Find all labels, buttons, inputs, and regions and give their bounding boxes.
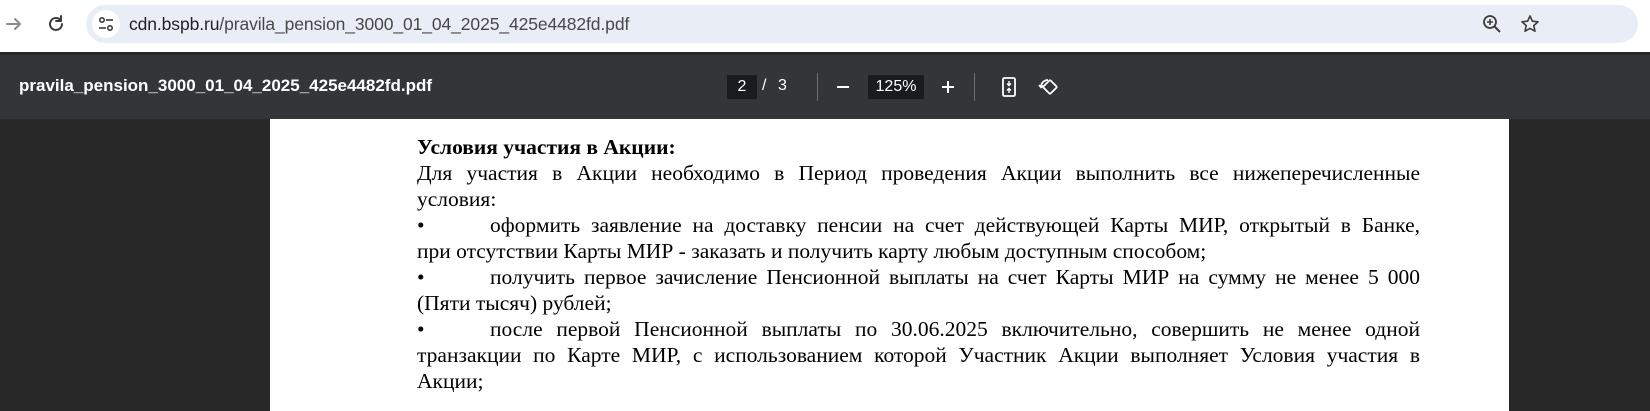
fit-page-icon	[1002, 77, 1016, 97]
list-item-text: получить первое зачисление Пенсионной вы…	[490, 265, 1420, 289]
rotate-button[interactable]	[1034, 73, 1062, 101]
list-item-continuation: Акции;	[417, 369, 484, 393]
zoom-in-icon	[1483, 15, 1501, 33]
zoom-in-button[interactable]	[934, 73, 962, 101]
zoom-level-input[interactable]: 125%	[868, 75, 924, 99]
zoom-indicator-button[interactable]	[1480, 12, 1504, 36]
toolbar-divider	[817, 73, 818, 101]
browser-toolbar: cdn.bspb.ru/pravila_pension_3000_01_04_2…	[0, 0, 1650, 52]
url-host: cdn.bspb.ru	[129, 14, 220, 34]
minus-icon	[837, 86, 849, 88]
list-item: • после первой Пенсионной выплаты по 30.0…	[417, 316, 1420, 342]
fit-to-page-button[interactable]	[995, 73, 1023, 101]
list-item-text: оформить заявление на доставку пенсии на…	[490, 213, 1420, 237]
url-text[interactable]: cdn.bspb.ru/pravila_pension_3000_01_04_2…	[129, 14, 629, 35]
list-item-continuation: при отсутствии Карты МИР - заказать и по…	[417, 239, 1207, 263]
site-info-button[interactable]	[92, 10, 120, 38]
page-content: Условия участия в Акции: Для участия в А…	[417, 134, 1420, 394]
forward-button[interactable]	[0, 10, 28, 38]
list-item: • получить первое зачисление Пенсионной в…	[417, 264, 1420, 290]
page-separator: /	[762, 77, 767, 94]
address-bar[interactable]: cdn.bspb.ru/pravila_pension_3000_01_04_2…	[86, 5, 1638, 43]
toolbar-divider	[974, 73, 975, 101]
page-number-input[interactable]: 2	[727, 75, 757, 99]
reload-icon	[49, 15, 63, 31]
pdf-page: Условия участия в Акции: Для участия в А…	[270, 119, 1509, 411]
bullet-mark: •	[417, 317, 425, 341]
pdf-toolbar: pravila_pension_3000_01_04_2025_425e4482…	[0, 55, 1650, 119]
pdf-viewport[interactable]: Условия участия в Акции: Для участия в А…	[0, 119, 1650, 411]
section-heading: Условия участия в Акции:	[417, 135, 676, 159]
intro-line: Для участия в Акции необходимо в Период …	[417, 161, 1420, 185]
star-icon	[1521, 15, 1539, 32]
bullet-mark: •	[417, 265, 425, 289]
tune-icon	[98, 16, 114, 32]
url-path: /pravila_pension_3000_01_04_2025_425e448…	[219, 14, 630, 34]
zoom-out-button[interactable]	[829, 73, 857, 101]
bookmark-button[interactable]	[1518, 12, 1542, 36]
plus-icon	[942, 81, 954, 93]
pdf-document-title: pravila_pension_3000_01_04_2025_425e4482…	[19, 76, 432, 95]
list-item: • оформить заявление на доставку пенсии н…	[417, 212, 1420, 238]
reload-button[interactable]	[42, 10, 70, 38]
arrow-right-icon	[6, 18, 21, 30]
intro-line: условия:	[417, 187, 497, 211]
list-item-continuation: (Пяти тысяч) рублей;	[417, 291, 612, 315]
list-item-text: после первой Пенсионной выплаты по 30.06…	[490, 317, 1420, 341]
rotate-counterclockwise-icon	[1038, 79, 1058, 95]
page-total: 3	[778, 77, 787, 94]
list-item-continuation: транзакции по Карте МИР, с использование…	[417, 343, 1420, 367]
bullet-mark: •	[417, 213, 425, 237]
